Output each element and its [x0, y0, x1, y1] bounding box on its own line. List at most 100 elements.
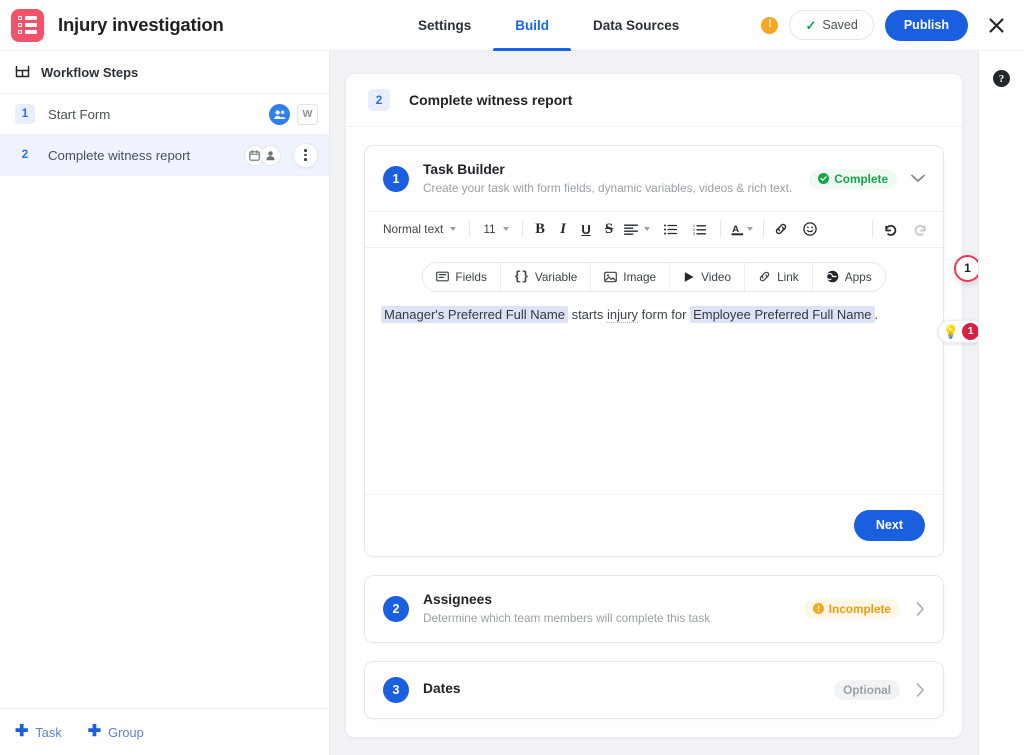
sidebar-footer: ✚ Task ✚ Group: [0, 708, 329, 755]
undo-icon[interactable]: [879, 217, 902, 241]
person-icon[interactable]: [260, 144, 281, 166]
card-subtitle: Create your task with form fields, dynam…: [423, 180, 793, 195]
insert-link-button[interactable]: Link: [745, 262, 813, 291]
italic-button[interactable]: I: [552, 217, 575, 241]
svg-text:3: 3: [693, 232, 695, 235]
annotation-marker-1: 1: [947, 254, 978, 282]
bullet-list-icon[interactable]: [659, 217, 682, 241]
chevron-right-icon[interactable]: [916, 682, 925, 697]
insert-variable-button[interactable]: {} Variable: [501, 262, 592, 291]
insert-video-label: Video: [701, 269, 732, 284]
status-badge-incomplete: Incomplete: [803, 598, 900, 619]
saved-label: Saved: [822, 18, 858, 32]
status-badge-optional: Optional: [834, 679, 900, 700]
editor-toolbar: Normal text 11 B I U S 1 2 3 A: [365, 210, 943, 248]
align-left-icon[interactable]: [621, 217, 653, 241]
sidebar-item-start-form[interactable]: 1 Start Form W: [0, 94, 329, 135]
task-builder-card: 1 Task Builder Create your task with for…: [364, 145, 978, 557]
next-button[interactable]: Next: [853, 509, 925, 541]
plus-icon: ✚: [15, 723, 29, 740]
workflow-steps-list: 1 Start Form W 2 Complete witness report: [0, 94, 329, 708]
add-task-label: Task: [35, 724, 62, 740]
task-editor[interactable]: Fields {} Variable Image Video Link Apps…: [365, 248, 978, 494]
app-root: Injury investigation Settings Build Data…: [0, 0, 1024, 755]
people-avatar-icon[interactable]: [269, 103, 290, 125]
chevron-down-icon: [502, 227, 509, 232]
divider: [719, 220, 721, 239]
bold-button[interactable]: B: [529, 217, 552, 241]
chevron-right-icon[interactable]: [916, 601, 925, 616]
step-panel: 2 Complete witness report 1 Task Builder…: [345, 73, 978, 738]
divider: [469, 220, 471, 239]
card-number: 2: [383, 595, 409, 622]
brand-area: Injury investigation: [0, 8, 330, 42]
divider: [872, 220, 873, 239]
check-circle-icon: [818, 173, 830, 185]
kebab-menu-icon[interactable]: [293, 142, 318, 168]
add-task-button[interactable]: ✚ Task: [15, 724, 62, 740]
redo-icon[interactable]: [909, 217, 932, 241]
emoji-icon[interactable]: [799, 217, 822, 241]
text-color-icon[interactable]: A: [727, 217, 757, 241]
font-size-dropdown[interactable]: 11: [476, 217, 515, 241]
tab-build[interactable]: Build: [493, 0, 571, 51]
dates-card[interactable]: 3 Dates Optional: [364, 660, 944, 719]
panel-step-number: 2: [368, 89, 390, 111]
insert-fields-button[interactable]: Fields: [423, 262, 501, 291]
numbered-list-icon[interactable]: 123: [688, 217, 711, 241]
misspelled-word: injury: [606, 306, 639, 323]
warning-exclamation-icon[interactable]: !: [761, 16, 779, 34]
main-column: 2 Complete witness report 1 Task Builder…: [345, 73, 978, 755]
top-bar-actions: ! ✓ Saved Publish: [761, 9, 1024, 41]
insert-image-button[interactable]: Image: [591, 262, 671, 291]
text-style-dropdown[interactable]: Normal text: [376, 217, 463, 241]
assignees-header[interactable]: 2 Assignees Determine which team members…: [365, 576, 943, 642]
task-builder-header[interactable]: 1 Task Builder Create your task with for…: [365, 146, 943, 211]
tab-data-sources[interactable]: Data Sources: [571, 0, 701, 51]
insert-video-button[interactable]: Video: [670, 262, 746, 291]
hint-badge-group[interactable]: 💡 1: [937, 319, 978, 343]
insert-variable-label: Variable: [534, 269, 578, 284]
strikethrough-button[interactable]: S: [598, 217, 621, 241]
link-icon[interactable]: [770, 217, 793, 241]
variable-chip-manager[interactable]: Manager's Preferred Full Name: [381, 305, 568, 323]
step-panel-header: 2 Complete witness report: [346, 74, 962, 127]
apps-icon: [825, 271, 839, 283]
underline-button[interactable]: U: [575, 217, 598, 241]
link-icon: [759, 272, 770, 282]
insert-apps-button[interactable]: Apps: [813, 263, 885, 291]
workflow-steps-title: Workflow Steps: [41, 64, 139, 80]
saved-status-pill[interactable]: ✓ Saved: [789, 10, 874, 40]
dates-header[interactable]: 3 Dates Optional: [365, 662, 943, 718]
divider: [762, 220, 764, 239]
add-group-button[interactable]: ✚ Group: [88, 724, 144, 740]
card-title: Task Builder: [423, 162, 505, 177]
editor-content[interactable]: Manager's Preferred Full Name starts inj…: [377, 305, 931, 325]
workflow-steps-header: Workflow Steps: [0, 51, 329, 94]
font-size-value: 11: [483, 222, 496, 237]
card-title: Dates: [423, 680, 461, 696]
chevron-down-icon: [746, 227, 753, 232]
insert-fields-label: Fields: [455, 269, 487, 284]
main-content: 2 Complete witness report 1 Task Builder…: [330, 51, 978, 755]
assignees-card[interactable]: 2 Assignees Determine which team members…: [364, 574, 944, 643]
help-question-icon[interactable]: ?: [993, 70, 1010, 87]
video-play-icon: [684, 271, 694, 282]
step-number: 1: [15, 104, 35, 124]
sidebar-item-complete-witness-report[interactable]: 2 Complete witness report: [0, 135, 329, 176]
card-title: Assignees: [423, 591, 493, 607]
status-label: Complete: [834, 171, 888, 186]
checklist-icon: [11, 8, 44, 42]
body-area: Workflow Steps 1 Start Form W 2 Complete…: [0, 51, 1024, 755]
close-x-icon[interactable]: [981, 10, 1011, 40]
tab-settings[interactable]: Settings: [396, 0, 493, 51]
panel-step-title: Complete witness report: [409, 92, 573, 108]
status-badge-complete: Complete: [809, 168, 897, 189]
step-label: Complete witness report: [48, 147, 191, 163]
variable-chip-employee[interactable]: Employee Preferred Full Name: [690, 305, 875, 323]
chevron-down-icon[interactable]: [911, 174, 925, 183]
add-group-label: Group: [108, 724, 144, 740]
w-badge[interactable]: W: [297, 103, 318, 125]
page-title: Injury investigation: [58, 14, 224, 35]
publish-button[interactable]: Publish: [884, 9, 968, 41]
